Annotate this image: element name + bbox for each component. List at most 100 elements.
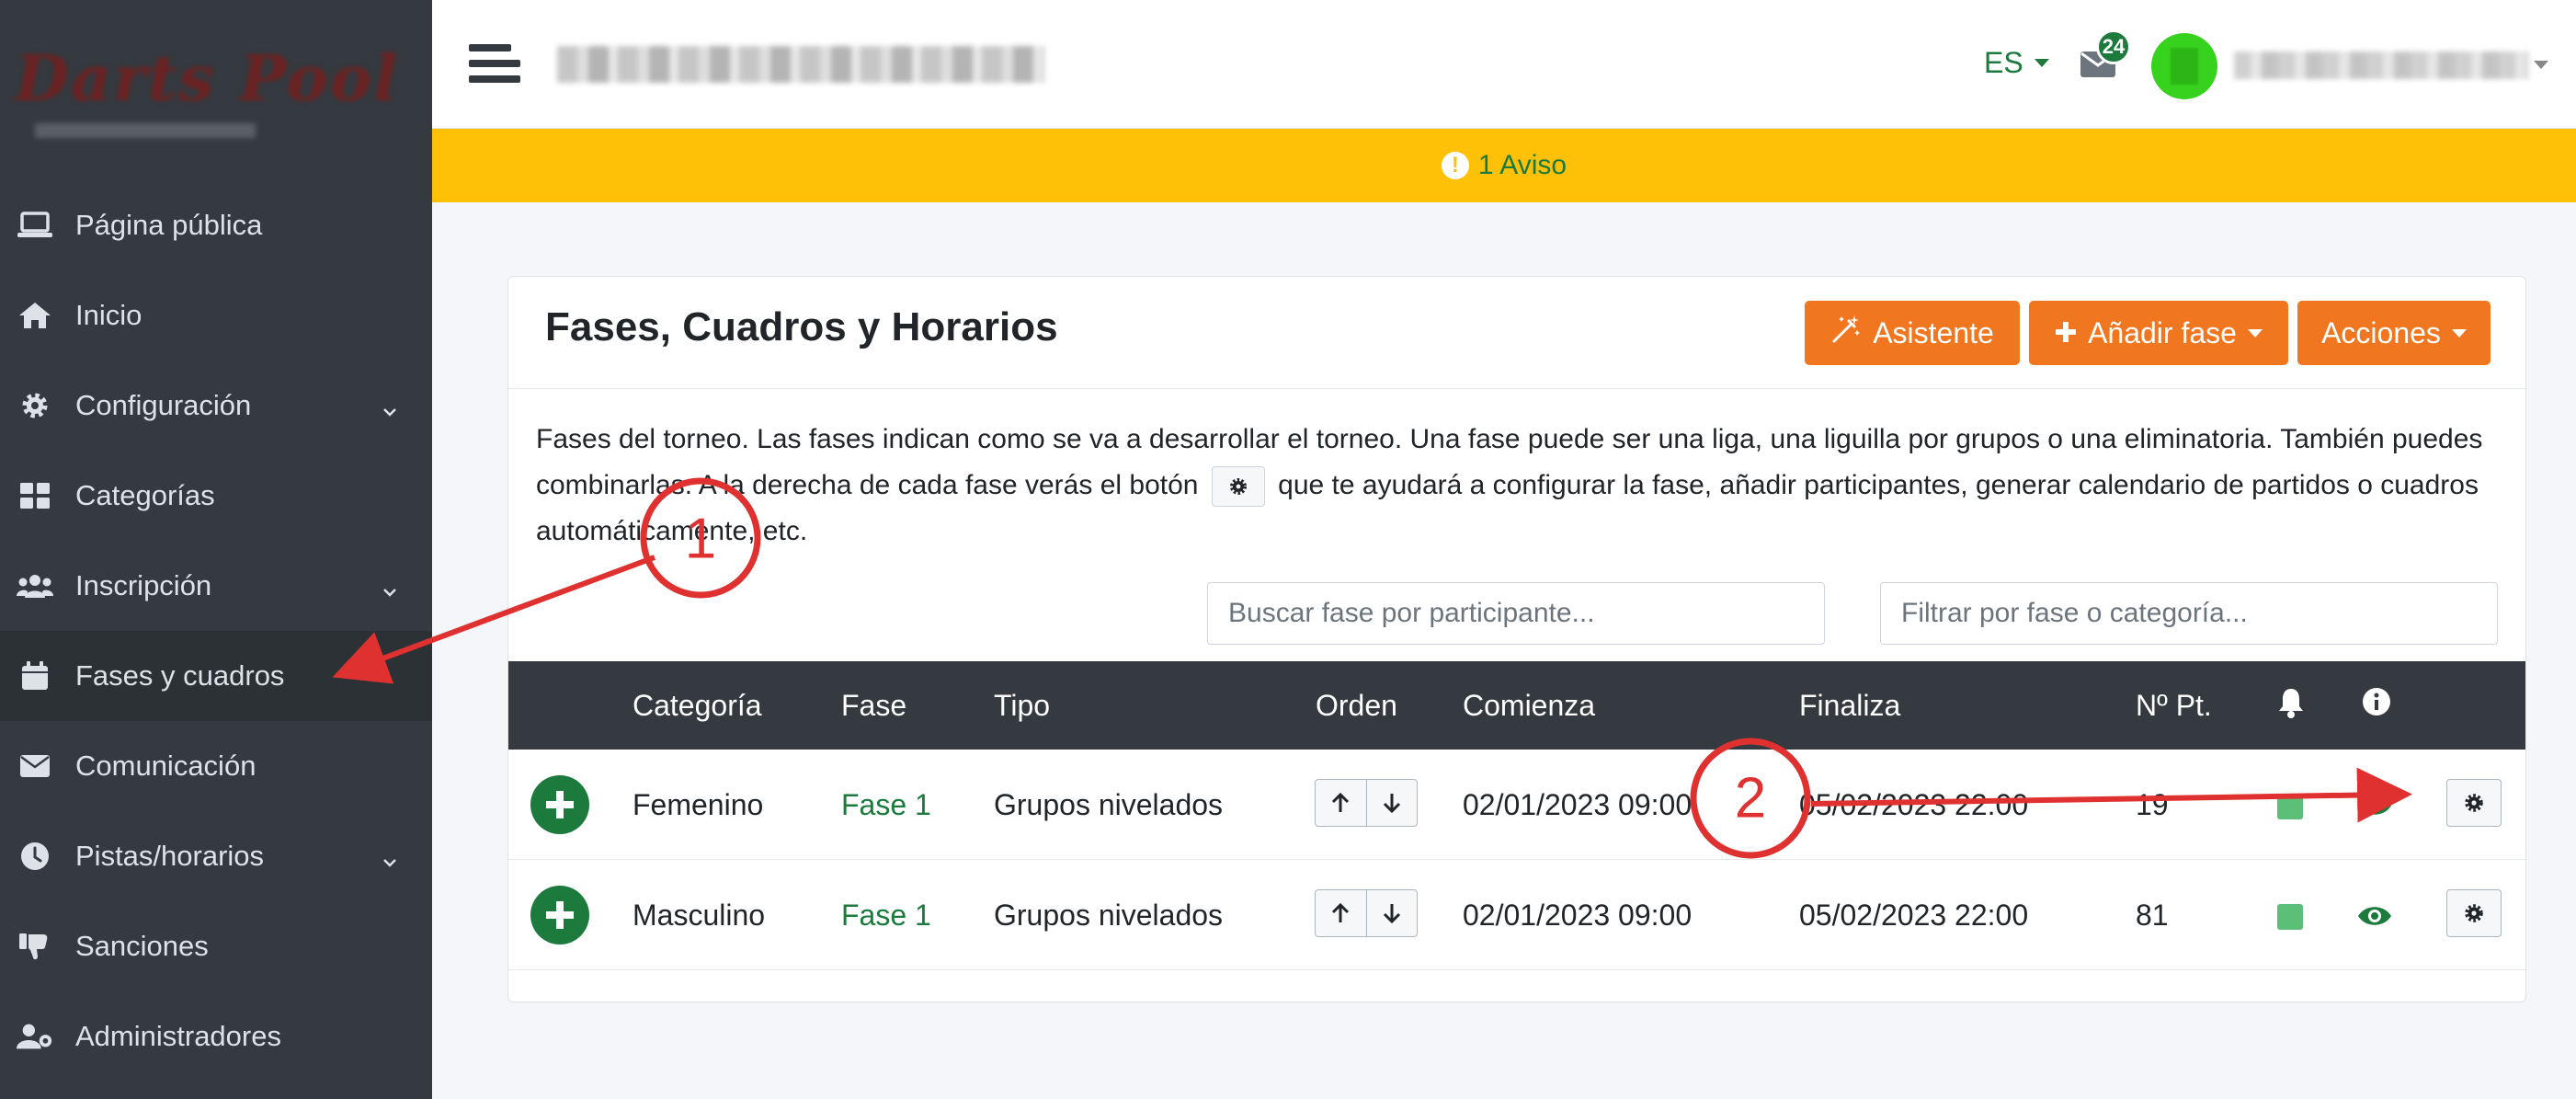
envelope-icon [17, 751, 53, 781]
phase-settings-button[interactable] [2446, 889, 2502, 937]
chevron-down-icon [381, 395, 399, 417]
logo-subtitle-blurred [35, 123, 256, 138]
column-header-comienza[interactable]: Comienza [1463, 689, 1595, 723]
sidebar: Darts Pool Página pública Inicio Configu… [0, 0, 432, 1099]
sidebar-item-label: Fases y cuadros [75, 659, 285, 692]
column-header-fase[interactable]: Fase [841, 689, 906, 723]
chevron-down-icon [381, 576, 399, 597]
cell-comienza: 02/01/2023 09:00 [1463, 899, 1693, 932]
arrow-up-icon[interactable] [1316, 780, 1367, 826]
tournament-title-blurred [557, 46, 1044, 83]
cell-categoria: Masculino [633, 899, 766, 932]
sidebar-nav: Página pública Inicio Configuración Cate… [0, 180, 432, 1082]
sidebar-item-pistas-horarios[interactable]: Pistas/horarios [0, 811, 432, 901]
eye-icon[interactable] [2356, 792, 2393, 819]
cell-finaliza: 05/02/2023 22:00 [1799, 788, 2029, 821]
cell-finaliza: 05/02/2023 22:00 [1799, 899, 2029, 932]
clock-icon [17, 841, 53, 871]
column-header-orden[interactable]: Orden [1316, 689, 1397, 723]
laptop-icon [17, 211, 53, 240]
actions-button[interactable]: Acciones [2297, 301, 2491, 365]
chevron-down-icon [381, 846, 399, 867]
eye-icon[interactable] [2356, 902, 2393, 930]
sidebar-item-administradores[interactable]: Administradores [0, 991, 432, 1082]
sidebar-item-label: Inscripción [75, 569, 212, 601]
cell-fase-link[interactable]: Fase 1 [841, 788, 931, 822]
cell-comienza: 02/01/2023 09:00 [1463, 788, 1693, 821]
arrow-down-icon[interactable] [1367, 780, 1418, 826]
order-buttons [1315, 889, 1418, 937]
sidebar-item-label: Comunicación [75, 750, 256, 782]
table-row: Masculino Fase 1 Grupos nivelados 02/01/… [508, 860, 2525, 970]
search-participant-input[interactable] [1207, 582, 1825, 645]
users-icon [17, 571, 53, 601]
add-phase-label: Añadir fase [2088, 315, 2237, 349]
cell-categoria: Femenino [633, 788, 764, 821]
warning-text: 1 Aviso [1477, 150, 1567, 180]
gear-icon [17, 391, 53, 420]
cell-fase-link[interactable]: Fase 1 [841, 899, 931, 933]
home-icon [17, 301, 53, 330]
sidebar-item-categorias[interactable]: Categorías [0, 451, 432, 541]
asistente-button[interactable]: Asistente [1805, 301, 2020, 365]
column-header-npt[interactable]: Nº Pt. [2136, 689, 2212, 723]
user-caret-down-icon[interactable] [2534, 61, 2548, 69]
phases-card: Fases, Cuadros y Horarios Asistente Añad… [507, 276, 2526, 1002]
sidebar-item-configuracion[interactable]: Configuración [0, 361, 432, 451]
phase-settings-button[interactable] [2446, 779, 2502, 827]
sidebar-item-pagina-publica[interactable]: Página pública [0, 180, 432, 270]
table-row: Femenino Fase 1 Grupos nivelados 02/01/2… [508, 750, 2525, 860]
bell-icon [2277, 687, 2305, 726]
calendar-icon [17, 661, 53, 691]
gear-icon [2464, 786, 2484, 820]
exclamation-circle-icon: ! [1441, 152, 1469, 179]
sidebar-item-label: Administradores [75, 1020, 281, 1052]
brand-logo[interactable]: Darts Pool [15, 33, 397, 143]
actions-label: Acciones [2321, 315, 2441, 349]
card-header: Fases, Cuadros y Horarios Asistente Añad… [508, 277, 2525, 389]
sidebar-item-comunicacion[interactable]: Comunicación [0, 721, 432, 811]
sidebar-item-label: Sanciones [75, 930, 209, 962]
cell-tipo: Grupos nivelados [994, 788, 1224, 821]
arrow-up-icon[interactable] [1316, 890, 1367, 936]
table-header: Categoría Fase Tipo Orden Comienza Final… [508, 661, 2525, 750]
add-participant-plus-icon[interactable] [530, 886, 589, 944]
cell-tipo: Grupos nivelados [994, 899, 1224, 932]
order-buttons [1315, 779, 1418, 827]
cell-npt: 19 [2136, 788, 2169, 821]
language-dropdown[interactable]: ES [1984, 46, 2049, 80]
filter-phase-input[interactable] [1880, 582, 2498, 645]
user-name-blurred[interactable] [2234, 52, 2528, 79]
sidebar-item-label: Pistas/horarios [75, 840, 265, 872]
asistente-label: Asistente [1873, 315, 1994, 349]
sidebar-item-label: Categorías [75, 479, 215, 511]
sidebar-item-sanciones[interactable]: Sanciones [0, 901, 432, 991]
phases-description: Fases del torneo. Las fases indican como… [536, 417, 2503, 555]
notification-status-square [2277, 794, 2303, 819]
column-header-categoria[interactable]: Categoría [633, 689, 762, 723]
mail-badge: 24 [2096, 29, 2131, 64]
add-participant-plus-icon[interactable] [530, 775, 589, 834]
top-navbar: ES 24 [432, 0, 2576, 129]
gear-icon [2464, 897, 2484, 931]
caret-down-icon [2034, 59, 2049, 67]
sidebar-item-inscripcion[interactable]: Inscripción [0, 541, 432, 631]
sidebar-item-label: Página pública [75, 209, 263, 241]
language-label: ES [1984, 46, 2023, 79]
avatar[interactable] [2151, 33, 2217, 99]
plus-icon [2055, 316, 2077, 350]
grid-icon [17, 481, 53, 510]
sidebar-item-label: Configuración [75, 389, 252, 421]
sidebar-item-inicio[interactable]: Inicio [0, 270, 432, 361]
column-header-finaliza[interactable]: Finaliza [1799, 689, 1900, 723]
caret-down-icon [2247, 328, 2263, 338]
arrow-down-icon[interactable] [1367, 890, 1418, 936]
thumbs-down-icon [17, 932, 53, 961]
user-gear-icon [17, 1022, 53, 1051]
caret-down-icon [2451, 328, 2467, 338]
add-phase-button[interactable]: Añadir fase [2029, 301, 2288, 365]
warning-bar[interactable]: ! 1 Aviso [432, 129, 2576, 202]
hamburger-menu-icon[interactable] [469, 44, 520, 97]
column-header-tipo[interactable]: Tipo [994, 689, 1050, 723]
sidebar-item-fases-y-cuadros[interactable]: Fases y cuadros [0, 631, 432, 721]
